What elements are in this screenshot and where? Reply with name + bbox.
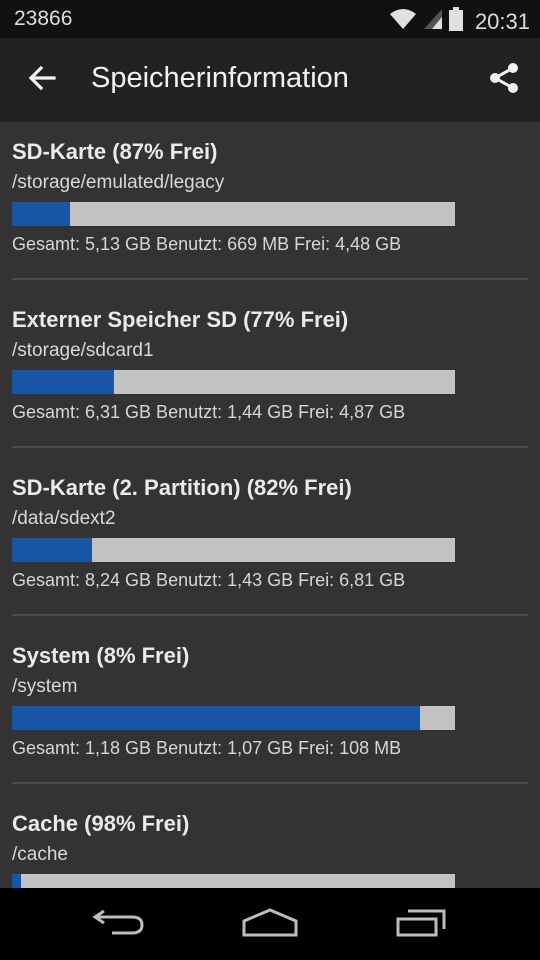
page-title: Speicherinformation <box>91 62 349 94</box>
signal-icon <box>423 8 443 36</box>
home-nav-icon <box>241 907 299 942</box>
status-icons: 20:31 <box>389 7 530 37</box>
usage-bar <box>12 370 455 394</box>
back-nav-icon <box>92 907 146 942</box>
storage-stats: Gesamt: 6,31 GB Benutzt: 1,44 GB Frei: 4… <box>12 402 406 422</box>
storage-list[interactable]: SD-Karte (87% Frei) /storage/emulated/le… <box>0 122 540 888</box>
storage-item-cache[interactable]: Cache (98% Frei) /cache <box>0 794 540 888</box>
storage-path: /cache <box>12 844 68 865</box>
share-button[interactable] <box>484 60 524 100</box>
storage-title: System (8% Frei) <box>12 643 190 668</box>
divider <box>12 782 528 784</box>
storage-path: /storage/emulated/legacy <box>12 172 225 193</box>
usage-bar-fill <box>12 202 70 226</box>
storage-path: /storage/sdcard1 <box>12 340 154 361</box>
storage-stats: Gesamt: 1,18 GB Benutzt: 1,07 GB Frei: 1… <box>12 738 402 758</box>
status-bar: 23866 20:31 <box>0 0 540 38</box>
nav-recents-button[interactable] <box>386 902 456 946</box>
usage-bar-fill <box>12 706 420 730</box>
app-bar: Speicherinformation <box>0 38 540 122</box>
usage-bar <box>12 202 455 226</box>
divider <box>12 614 528 616</box>
usage-bar-fill <box>12 874 21 888</box>
navigation-bar <box>0 888 540 960</box>
status-notification-text: 23866 <box>14 7 73 30</box>
nav-back-button[interactable] <box>84 902 154 946</box>
usage-bar-fill <box>12 538 92 562</box>
usage-bar <box>12 706 455 730</box>
storage-path: /data/sdext2 <box>12 508 116 529</box>
storage-title: Cache (98% Frei) <box>12 811 190 836</box>
storage-title: SD-Karte (87% Frei) <box>12 139 218 164</box>
storage-title: SD-Karte (2. Partition) (82% Frei) <box>12 475 352 500</box>
divider <box>12 278 528 280</box>
clock: 20:31 <box>474 9 530 34</box>
usage-bar <box>12 874 455 888</box>
share-icon <box>489 62 519 99</box>
nav-home-button[interactable] <box>235 902 305 946</box>
battery-icon <box>448 7 463 37</box>
divider <box>12 446 528 448</box>
storage-stats: Gesamt: 5,13 GB Benutzt: 669 MB Frei: 4,… <box>12 234 402 254</box>
storage-stats: Gesamt: 8,24 GB Benutzt: 1,43 GB Frei: 6… <box>12 570 406 590</box>
back-button[interactable] <box>22 60 62 100</box>
recents-nav-icon <box>394 907 448 942</box>
wifi-icon <box>389 8 417 36</box>
storage-item-system[interactable]: System (8% Frei) /system Gesamt: 1,18 GB… <box>0 626 540 794</box>
usage-bar <box>12 538 455 562</box>
storage-title: Externer Speicher SD (77% Frei) <box>12 307 349 332</box>
arrow-back-icon <box>28 64 56 97</box>
storage-item-sd-partition-2[interactable]: SD-Karte (2. Partition) (82% Frei) /data… <box>0 458 540 626</box>
storage-item-external-sd[interactable]: Externer Speicher SD (77% Frei) /storage… <box>0 290 540 458</box>
storage-path: /system <box>12 676 78 697</box>
storage-item-sd-card[interactable]: SD-Karte (87% Frei) /storage/emulated/le… <box>0 122 540 290</box>
usage-bar-fill <box>12 370 114 394</box>
